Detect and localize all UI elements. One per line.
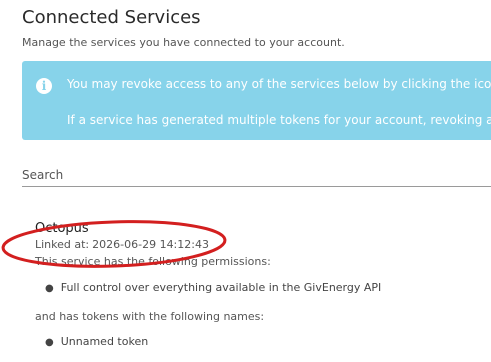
token-item: ● Unnamed token bbox=[45, 335, 148, 348]
bullet-icon: ● bbox=[45, 337, 54, 348]
info-message-tokens: If a service has generated multiple toke… bbox=[67, 113, 491, 127]
page-subtitle: Manage the services you have connected t… bbox=[22, 36, 345, 49]
tokens-heading: and has tokens with the following names: bbox=[35, 310, 265, 323]
page-title: Connected Services bbox=[22, 7, 201, 28]
linked-timestamp: 2026-06-29 14:12:43 bbox=[92, 238, 209, 251]
service-name: Octopus bbox=[35, 221, 89, 236]
bullet-icon: ● bbox=[45, 283, 54, 294]
permission-label: Full control over everything available i… bbox=[60, 281, 382, 294]
search-input[interactable] bbox=[22, 164, 491, 187]
permission-item: ● Full control over everything available … bbox=[45, 281, 381, 294]
linked-label: Linked at: bbox=[35, 238, 90, 251]
permissions-heading: This service has the following permissio… bbox=[35, 255, 271, 268]
info-message-revoke: You may revoke access to any of the serv… bbox=[67, 77, 491, 91]
info-alert: i You may revoke access to any of the se… bbox=[22, 61, 491, 140]
service-linked-at: Linked at: 2026-06-29 14:12:43 bbox=[35, 238, 209, 251]
info-icon: i bbox=[36, 78, 52, 94]
token-label: Unnamed token bbox=[60, 335, 149, 348]
